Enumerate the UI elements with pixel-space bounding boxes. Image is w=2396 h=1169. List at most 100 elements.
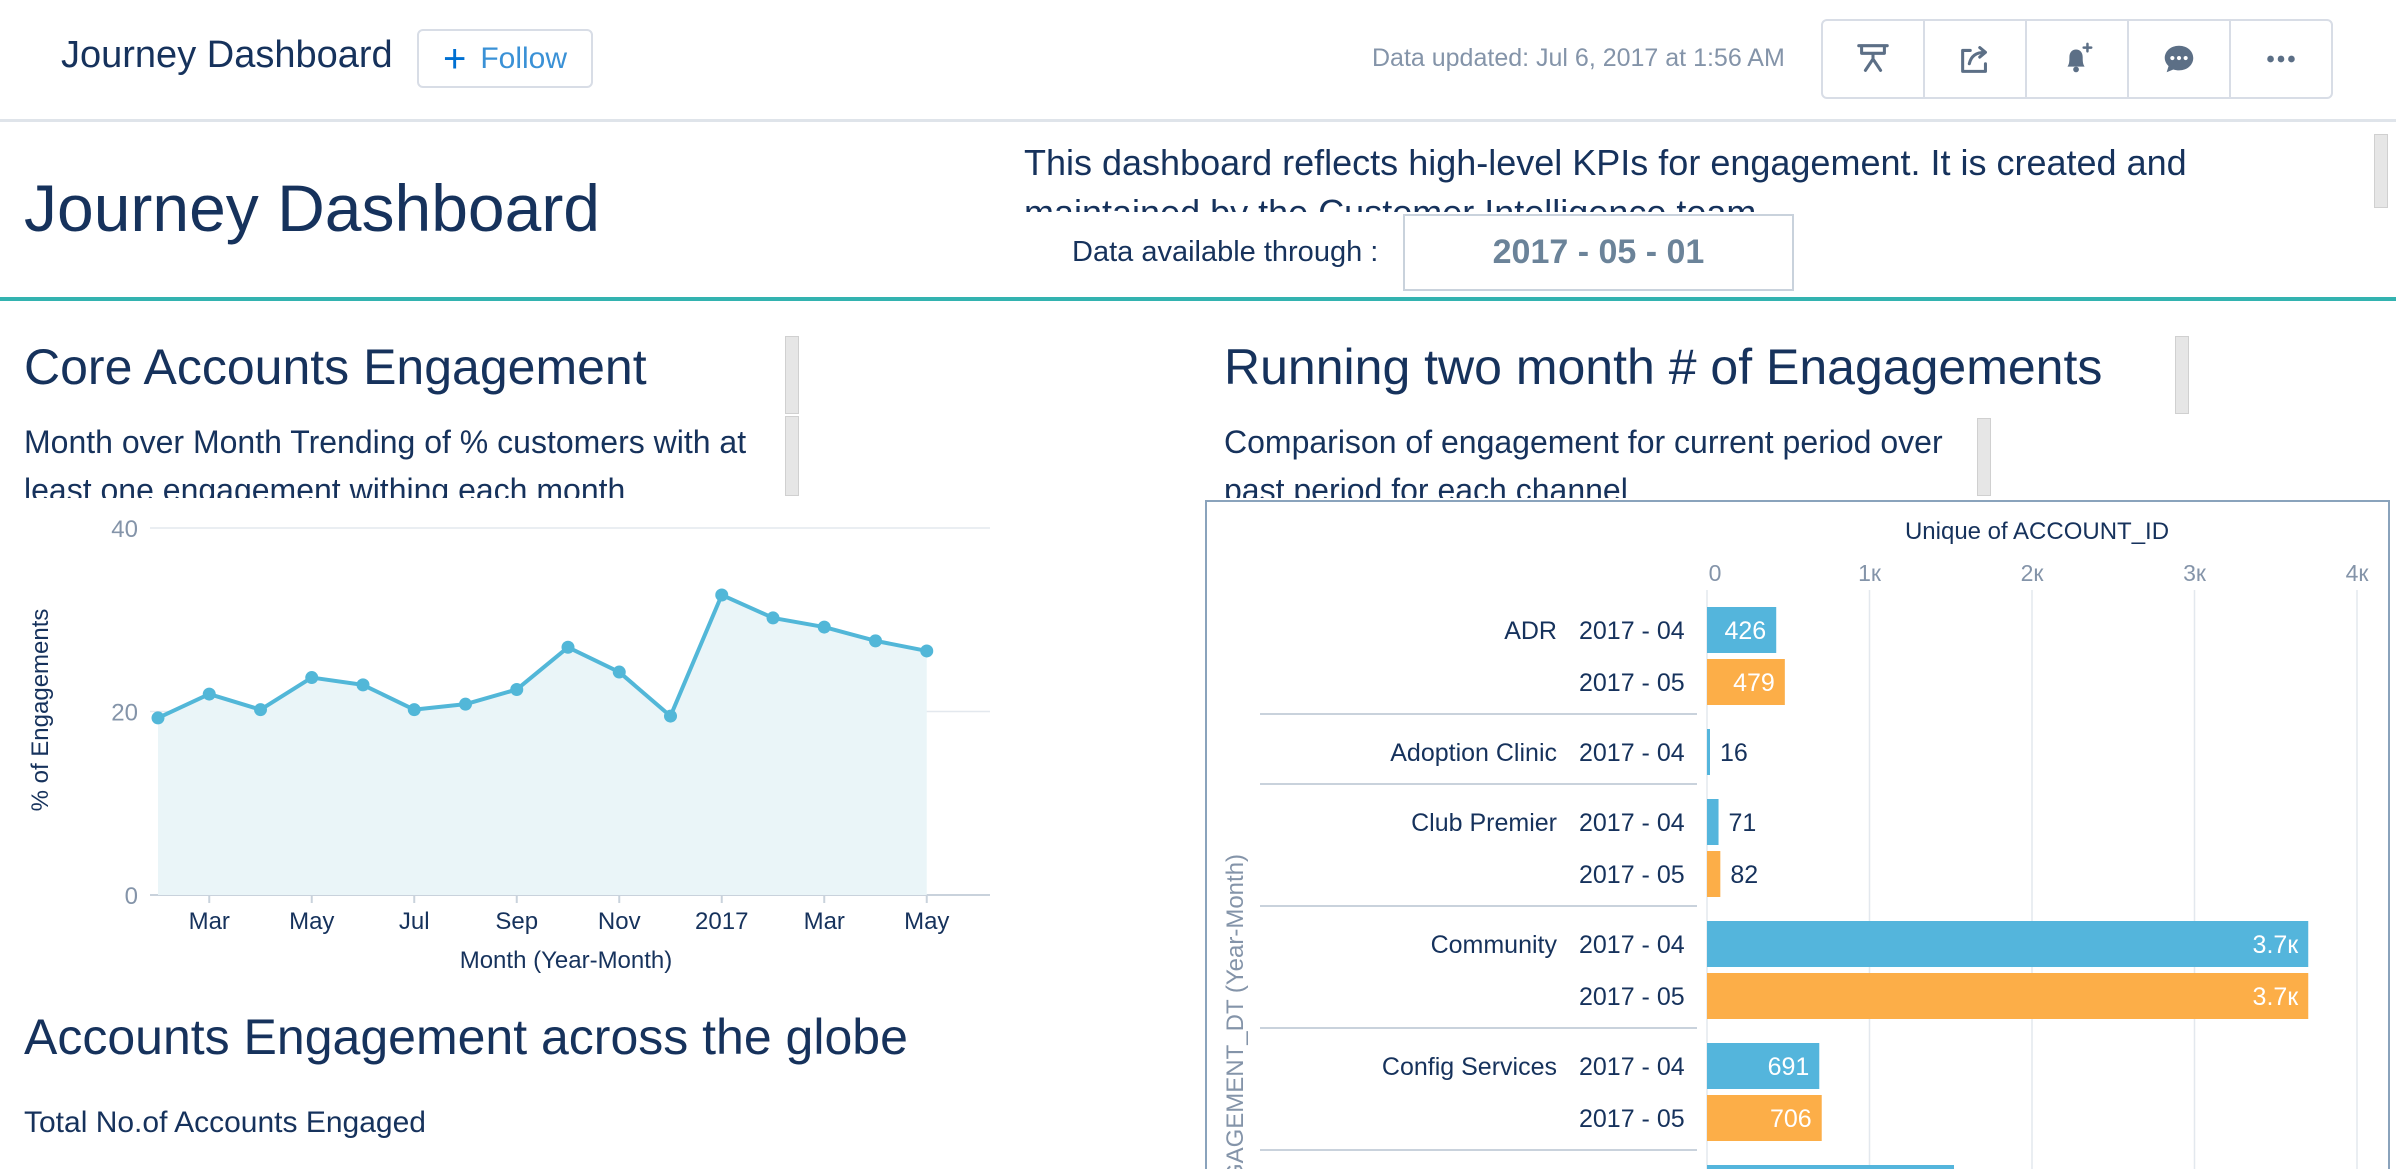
bar xyxy=(1707,799,1719,845)
chat-icon xyxy=(2164,45,2194,73)
follow-button[interactable]: + Follow xyxy=(417,29,593,88)
description-scrollbar[interactable] xyxy=(2374,134,2388,208)
data-point xyxy=(407,703,421,717)
x-tick-label: 2к xyxy=(2021,560,2045,586)
period-label: 2017 - 04 xyxy=(1579,739,1685,767)
present-icon xyxy=(1857,44,1889,72)
x-tick-label: Mar xyxy=(804,908,845,935)
x-tick-label: 2017 xyxy=(695,908,748,935)
bar xyxy=(1707,1165,1954,1169)
x-tick-label: 4к xyxy=(2346,560,2370,586)
x-tick-label: Mar xyxy=(189,908,230,935)
subscribe-button[interactable] xyxy=(2027,21,2129,97)
y-tick-label: 0 xyxy=(125,883,138,910)
period-label: 2017 - 05 xyxy=(1579,983,1685,1011)
globe-engagement-title: Accounts Engagement across the globe xyxy=(24,1009,908,1065)
period-label: 2017 - 05 xyxy=(1579,669,1685,697)
title-scrollbar[interactable] xyxy=(785,336,799,414)
x-tick-label: May xyxy=(904,908,949,935)
bar-chart-frame: Unique of ACCOUNT_ID 0 1к 2к 3к 4к GAGEMENT_DT… xyxy=(1205,500,2390,1169)
present-button[interactable] xyxy=(1823,21,1925,97)
data-point xyxy=(664,709,677,723)
globe-engagement-subtitle: Total No.of Accounts Engaged xyxy=(24,1106,426,1139)
x-tick-label: Sep xyxy=(495,908,538,935)
data-point xyxy=(151,711,165,725)
engagement-bar-chart: Unique of ACCOUNT_ID 0 1к 2к 3к 4к GAGEMENT_DT… xyxy=(1222,518,2370,1169)
x-tick-label: May xyxy=(289,908,334,935)
dashboard-title: Journey Dashboard xyxy=(24,171,601,245)
area-fill xyxy=(158,594,927,895)
x-tick-label: 0 xyxy=(1709,560,1722,586)
data-point xyxy=(305,671,319,685)
right-subtitle-scrollbar[interactable] xyxy=(1977,418,1991,496)
category-label: Club Premier xyxy=(1411,809,1557,837)
subtitle-scrollbar[interactable] xyxy=(785,416,799,496)
bar-value-label: 691 xyxy=(1768,1053,1810,1081)
bar xyxy=(1707,921,2309,967)
more-actions-button[interactable] xyxy=(2231,21,2331,97)
data-through-label: Data available through : xyxy=(1072,236,1379,268)
bar-value-label: 16 xyxy=(1720,739,1748,767)
y-tick-label: 40 xyxy=(111,516,138,543)
category-label: Config Services xyxy=(1382,1053,1557,1081)
x-tick-label: 1к xyxy=(1858,560,1882,586)
running-engagements-subtitle: Comparison of engagement for current per… xyxy=(1224,424,1943,498)
share-button[interactable] xyxy=(1925,21,2027,97)
bar-value-label: 3.7к xyxy=(2253,983,2300,1011)
top-bar: Journey Dashboard + Follow Data updated:… xyxy=(0,0,2396,122)
period-label: 2017 - 05 xyxy=(1579,861,1685,889)
bar-value-label: 426 xyxy=(1725,617,1767,645)
period-label: 2017 - 05 xyxy=(1579,1105,1685,1133)
follow-label: Follow xyxy=(480,41,568,75)
period-label: 2017 - 04 xyxy=(1579,931,1685,959)
subscribe-bell-icon xyxy=(2067,42,2093,73)
data-point xyxy=(254,703,267,717)
core-engagement-title: Core Accounts Engagement xyxy=(24,339,647,395)
data-point xyxy=(715,588,729,602)
bar-axis-title: Unique of ACCOUNT_ID xyxy=(1905,518,2169,545)
bar-value-label: 706 xyxy=(1770,1105,1812,1133)
x-axis-title: Month (Year-Month) xyxy=(460,947,673,974)
plus-icon: + xyxy=(442,36,467,81)
bar-value-label: 71 xyxy=(1729,809,1757,837)
data-point xyxy=(459,697,472,711)
bar xyxy=(1707,973,2309,1019)
dashboard-description: This dashboard reflects high-level KPIs … xyxy=(1024,142,2187,212)
data-point xyxy=(869,634,882,648)
category-label: ADR xyxy=(1504,617,1557,645)
x-tick-label: Nov xyxy=(598,908,641,935)
bar-value-label: 479 xyxy=(1733,669,1775,697)
period-label: 2017 - 04 xyxy=(1579,809,1685,837)
bar-value-label: 3.7к xyxy=(2253,931,2300,959)
data-point xyxy=(766,611,780,625)
bar xyxy=(1707,851,1721,897)
x-tick-label: Jul xyxy=(399,908,430,935)
category-label: Community xyxy=(1431,931,1558,959)
header-action-group xyxy=(1821,19,2333,99)
bar-value-label: 82 xyxy=(1730,861,1758,889)
more-icon xyxy=(2267,55,2295,63)
chat-button[interactable] xyxy=(2129,21,2231,97)
category-label: Adoption Clinic xyxy=(1390,739,1557,767)
share-icon xyxy=(1961,46,1987,73)
bar-y-axis-title: GAGEMENT_DT (Year-Month) xyxy=(1222,854,1249,1169)
period-label: 2017 - 04 xyxy=(1579,1053,1685,1081)
right-title-scrollbar[interactable] xyxy=(2175,336,2189,414)
data-point xyxy=(356,678,370,692)
y-tick-label: 20 xyxy=(111,700,138,727)
engagement-line-chart: 0 20 40 Mar May Jul Sep Nov 2017 Mar May Month (Yea… xyxy=(27,516,990,974)
period-label: 2017 - 04 xyxy=(1579,617,1685,645)
data-point xyxy=(920,644,934,658)
data-point xyxy=(561,640,575,654)
divider xyxy=(0,297,2396,301)
data-point xyxy=(202,687,216,701)
x-tick-label: 3к xyxy=(2183,560,2207,586)
data-through-date[interactable]: 2017 - 05 - 01 xyxy=(1403,214,1794,291)
data-point xyxy=(510,682,524,696)
core-engagement-subtitle: Month over Month Trending of % customers… xyxy=(24,424,747,498)
data-point xyxy=(612,665,626,679)
y-axis-title: % of Engagements xyxy=(27,609,54,812)
running-engagements-title: Running two month # of Enagagements xyxy=(1224,339,2103,395)
data-point xyxy=(817,620,831,634)
bar xyxy=(1707,729,1710,775)
